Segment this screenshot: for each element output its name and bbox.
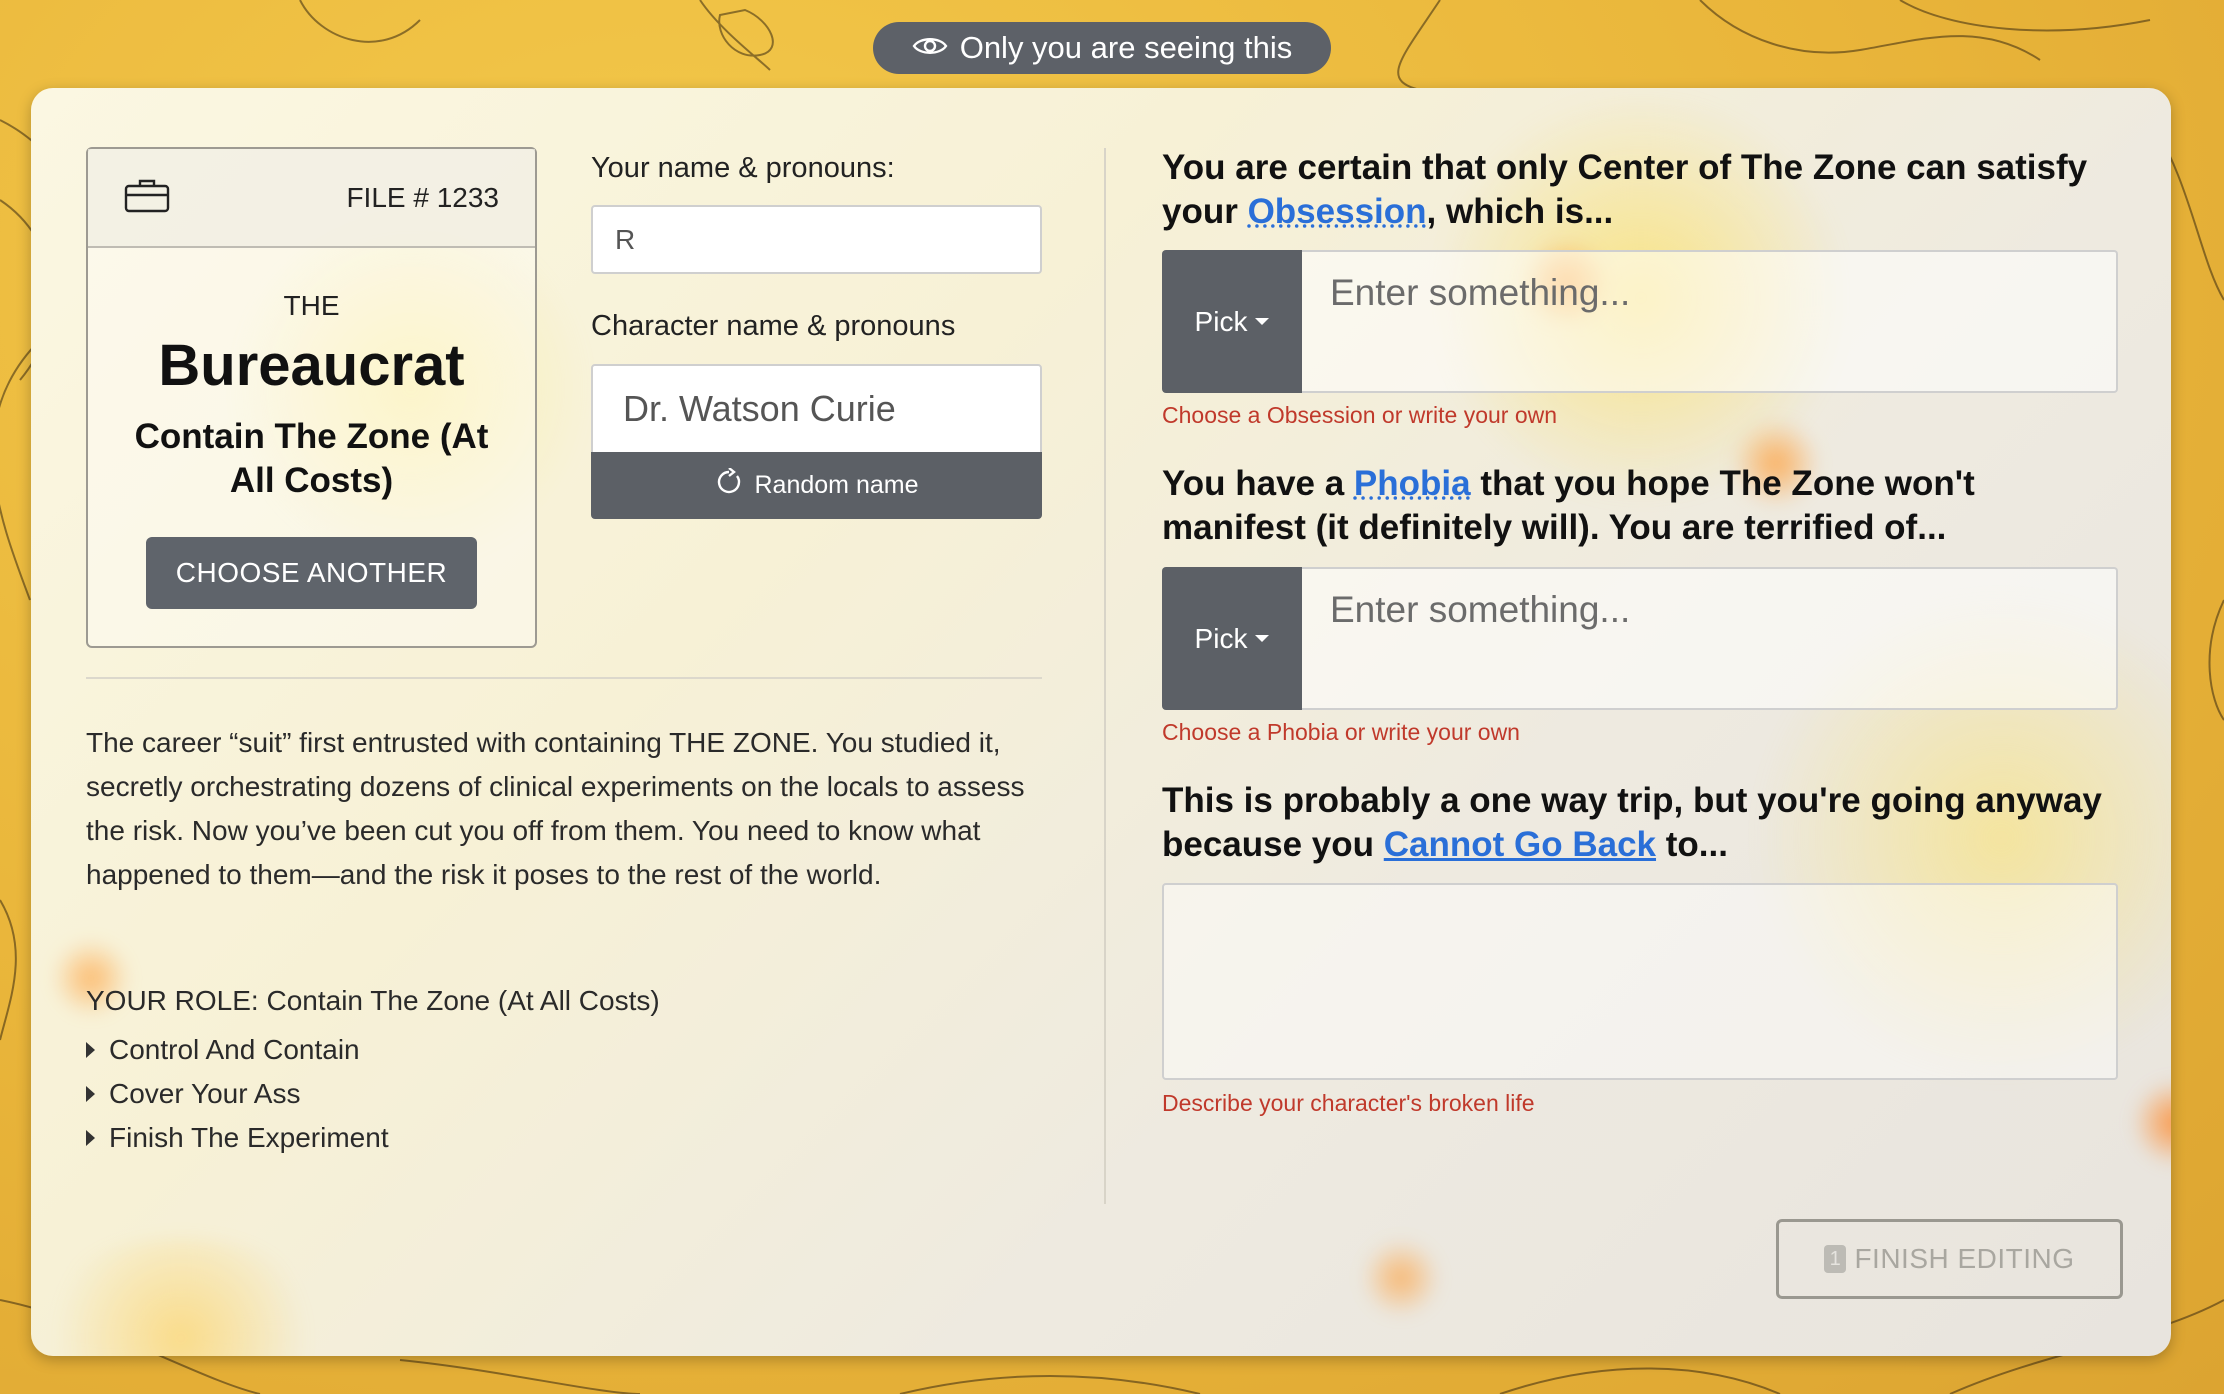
- player-name-label: Your name & pronouns:: [591, 152, 895, 184]
- role-item[interactable]: Cover Your Ass: [86, 1072, 389, 1116]
- cannot-go-back-question: This is probably a one way trip, but you…: [1162, 781, 2102, 864]
- obsession-input[interactable]: Enter something...: [1302, 250, 2118, 393]
- character-name-input[interactable]: [591, 364, 1042, 454]
- phobia-input-group: Pick Enter something...: [1162, 567, 2118, 710]
- obsession-pick-button[interactable]: Pick: [1162, 250, 1302, 393]
- random-name-label: Random name: [754, 471, 919, 499]
- dropdown-caret-icon: [1255, 318, 1270, 325]
- obsession-question: You are certain that only Center of The …: [1162, 148, 2088, 231]
- phobia-question: You have a Phobia that you hope The Zone…: [1162, 464, 1975, 547]
- visibility-banner: Only you are seeing this: [873, 22, 1331, 74]
- caret-right-icon: [86, 1042, 95, 1058]
- phobia-pick-button[interactable]: Pick: [1162, 567, 1302, 710]
- phobia-hint: Choose a Phobia or write your own: [1162, 719, 1520, 745]
- choose-another-button[interactable]: CHOOSE ANOTHER: [145, 537, 478, 609]
- archetype-role: Contain The Zone (At All Costs): [134, 417, 489, 500]
- briefcase-icon: [124, 177, 170, 218]
- caret-right-icon: [86, 1130, 95, 1146]
- column-divider: [1104, 148, 1106, 1204]
- banner-text: Only you are seeing this: [959, 30, 1293, 65]
- role-item[interactable]: Control And Contain: [86, 1028, 389, 1072]
- obsession-input-group: Pick Enter something...: [1162, 250, 2118, 393]
- obsession-link[interactable]: Obsession: [1248, 192, 1427, 231]
- character-name-label: Character name & pronouns: [591, 310, 956, 342]
- cannot-go-back-hint: Describe your character's broken life: [1162, 1090, 1535, 1116]
- finish-editing-label: FINISH EDITING: [1854, 1243, 2075, 1274]
- random-name-button[interactable]: Random name: [591, 452, 1042, 519]
- archetype-description: The career “suit” first entrusted with c…: [86, 727, 1025, 890]
- archetype-article: THE: [283, 290, 340, 321]
- refresh-icon: [715, 467, 743, 503]
- character-sheet-card: FILE # 1233 THE Bureaucrat Contain The Z…: [31, 88, 2171, 1356]
- phobia-input[interactable]: Enter something...: [1302, 567, 2118, 710]
- role-list: Control And Contain Cover Your Ass Finis…: [86, 1028, 389, 1160]
- finish-editing-button[interactable]: 1 FINISH EDITING: [1776, 1219, 2123, 1299]
- player-name-input[interactable]: [591, 205, 1042, 274]
- role-title: YOUR ROLE: Contain The Zone (At All Cost…: [86, 985, 660, 1016]
- role-item[interactable]: Finish The Experiment: [86, 1116, 389, 1160]
- dropdown-caret-icon: [1255, 635, 1270, 642]
- cannot-go-back-textarea[interactable]: [1162, 883, 2118, 1080]
- section-divider: [86, 677, 1042, 679]
- file-number: FILE # 1233: [346, 181, 499, 213]
- eye-icon: [912, 30, 948, 66]
- step-badge: 1: [1824, 1245, 1847, 1273]
- archetype-name: Bureaucrat: [158, 333, 465, 398]
- caret-right-icon: [86, 1086, 95, 1102]
- cannot-go-back-link[interactable]: Cannot Go Back: [1384, 825, 1656, 864]
- phobia-link[interactable]: Phobia: [1354, 464, 1471, 503]
- obsession-hint: Choose a Obsession or write your own: [1162, 402, 1558, 428]
- archetype-card: FILE # 1233 THE Bureaucrat Contain The Z…: [86, 147, 537, 648]
- archetype-header: FILE # 1233: [88, 149, 535, 248]
